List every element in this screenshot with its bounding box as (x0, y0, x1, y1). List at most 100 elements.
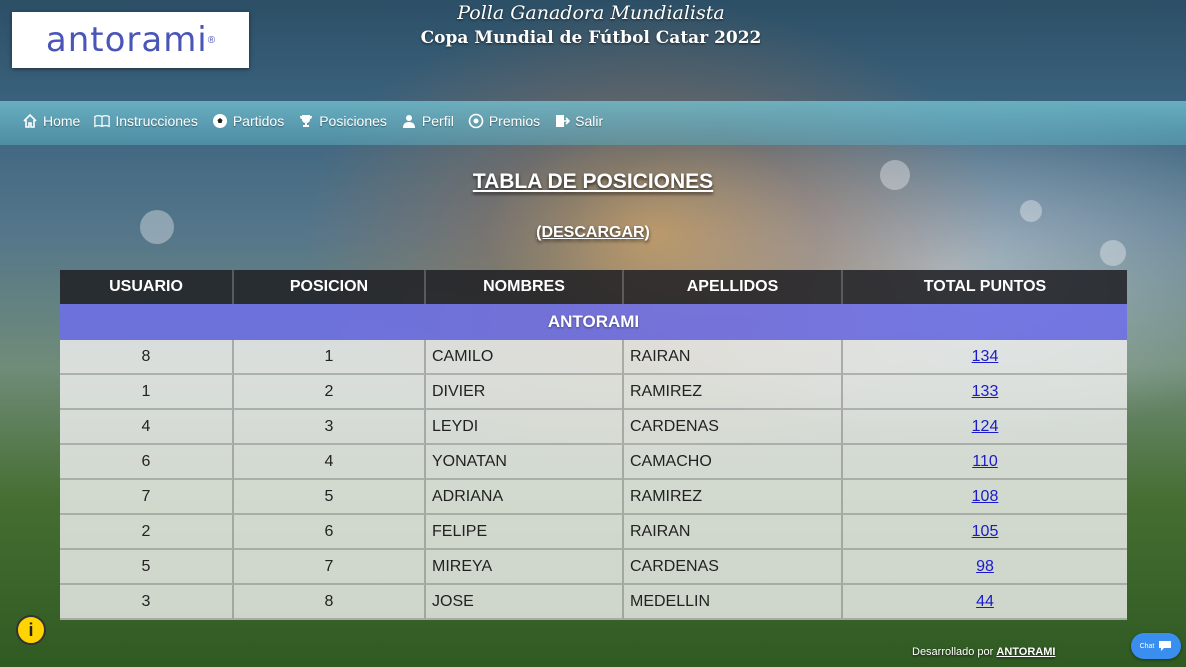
points-link[interactable]: 98 (976, 558, 994, 575)
cell-usuario: 7 (60, 480, 234, 515)
nav-item-home[interactable]: Home (22, 99, 80, 143)
table-row: 7 5 ADRIANA RAMIREZ 108 (60, 480, 1127, 515)
points-link[interactable]: 105 (972, 523, 999, 540)
nav-item-salir[interactable]: Salir (554, 99, 603, 143)
cell-puntos: 133 (843, 375, 1127, 410)
bokeh-light (1100, 240, 1126, 266)
group-row: ANTORAMI (60, 304, 1127, 340)
cell-nombre: CAMILO (426, 340, 624, 375)
info-button[interactable]: i (16, 615, 46, 645)
cell-nombre: JOSE (426, 585, 624, 620)
points-link[interactable]: 44 (976, 593, 994, 610)
site-title: Polla Ganadora Mundialista (457, 2, 725, 24)
cell-apellido: RAIRAN (624, 340, 843, 375)
chat-label: Chat (1139, 642, 1155, 650)
cell-nombre: YONATAN (426, 445, 624, 480)
nav-label-instrucciones: Instrucciones (115, 113, 198, 129)
book-icon (94, 113, 111, 129)
cell-usuario: 6 (60, 445, 234, 480)
nav-item-posiciones[interactable]: Posiciones (298, 99, 387, 143)
cell-puntos: 134 (843, 340, 1127, 375)
points-link[interactable]: 108 (972, 488, 999, 505)
table-row: 6 4 YONATAN CAMACHO 110 (60, 445, 1127, 480)
table-row: 2 6 FELIPE RAIRAN 105 (60, 515, 1127, 550)
cell-apellido: RAIRAN (624, 515, 843, 550)
cell-nombre: DIVIER (426, 375, 624, 410)
nav-label-premios: Premios (488, 113, 541, 129)
site-subtitle: Copa Mundial de Fútbol Catar 2022 (420, 28, 762, 48)
nav-label-partidos: Partidos (232, 113, 285, 129)
cell-nombre: LEYDI (426, 410, 624, 445)
nav-item-partidos[interactable]: Partidos (212, 99, 284, 143)
cell-usuario: 3 (60, 585, 234, 620)
cell-posicion: 4 (234, 445, 426, 480)
cell-puntos: 98 (843, 550, 1127, 585)
cell-puntos: 44 (843, 585, 1127, 620)
table-header-row: USUARIO POSICION NOMBRES APELLIDOS TOTAL… (60, 270, 1127, 304)
info-icon: i (28, 619, 34, 640)
points-link[interactable]: 124 (972, 418, 999, 435)
footer-brand-link[interactable]: ANTORAMI (996, 646, 1055, 658)
cell-apellido: CARDENAS (624, 550, 843, 585)
user-icon (401, 113, 417, 129)
cell-apellido: RAMIREZ (624, 480, 843, 515)
standings-table: USUARIO POSICION NOMBRES APELLIDOS TOTAL… (60, 270, 1127, 620)
cell-usuario: 2 (60, 515, 234, 550)
table-body: 8 1 CAMILO RAIRAN 134 1 2 DIVIER RAMIREZ… (60, 340, 1127, 620)
cell-puntos: 124 (843, 410, 1127, 445)
cell-nombre: ADRIANA (426, 480, 624, 515)
footer-credit: Desarrollado por ANTORAMI (912, 646, 1055, 658)
table-row: 3 8 JOSE MEDELLIN 44 (60, 585, 1127, 620)
trophy-icon (298, 113, 314, 129)
points-link[interactable]: 133 (972, 383, 999, 400)
cell-usuario: 5 (60, 550, 234, 585)
award-icon (468, 113, 484, 129)
column-header-total-puntos[interactable]: TOTAL PUNTOS (843, 270, 1127, 304)
points-link[interactable]: 110 (972, 453, 998, 470)
table-row: 4 3 LEYDI CARDENAS 124 (60, 410, 1127, 445)
nav-item-instrucciones[interactable]: Instrucciones (94, 99, 198, 143)
cell-usuario: 1 (60, 375, 234, 410)
cell-posicion: 1 (234, 340, 426, 375)
table-row: 1 2 DIVIER RAMIREZ 133 (60, 375, 1127, 410)
cell-apellido: RAMIREZ (624, 375, 843, 410)
chat-button[interactable]: Chat (1131, 633, 1181, 659)
nav-item-perfil[interactable]: Perfil (401, 99, 454, 143)
column-header-usuario[interactable]: USUARIO (60, 270, 234, 304)
cell-puntos: 108 (843, 480, 1127, 515)
table-row: 5 7 MIREYA CARDENAS 98 (60, 550, 1127, 585)
cell-posicion: 7 (234, 550, 426, 585)
download-wrapper: (DESCARGAR) (0, 224, 1186, 242)
home-icon (22, 113, 38, 129)
cell-nombre: MIREYA (426, 550, 624, 585)
header: Polla Ganadora Mundialista Copa Mundial … (0, 2, 1186, 48)
group-label: ANTORAMI (60, 304, 1127, 340)
cell-puntos: 105 (843, 515, 1127, 550)
column-header-posicion[interactable]: POSICION (234, 270, 426, 304)
nav-item-premios[interactable]: Premios (468, 99, 540, 143)
cell-apellido: CARDENAS (624, 410, 843, 445)
cell-nombre: FELIPE (426, 515, 624, 550)
cell-posicion: 3 (234, 410, 426, 445)
footer-prefix: Desarrollado por (912, 646, 994, 658)
page-title: TABLA DE POSICIONES (472, 170, 714, 193)
points-link[interactable]: 134 (972, 348, 999, 365)
nav-label-perfil: Perfil (421, 113, 454, 129)
nav-bar: Home Instrucciones Partidos Posiciones P… (0, 101, 1186, 145)
soccer-ball-icon (212, 113, 228, 129)
download-link[interactable]: (DESCARGAR) (536, 224, 650, 241)
cell-usuario: 4 (60, 410, 234, 445)
cell-puntos: 110 (843, 445, 1127, 480)
nav-label-salir: Salir (575, 113, 604, 129)
nav-label-posiciones: Posiciones (319, 113, 387, 129)
cell-posicion: 5 (234, 480, 426, 515)
cell-usuario: 8 (60, 340, 234, 375)
bokeh-light (1020, 200, 1042, 222)
column-header-apellidos[interactable]: APELLIDOS (624, 270, 843, 304)
cell-posicion: 6 (234, 515, 426, 550)
cell-posicion: 2 (234, 375, 426, 410)
cell-posicion: 8 (234, 585, 426, 620)
cell-apellido: CAMACHO (624, 445, 843, 480)
nav-label-home: Home (43, 113, 81, 129)
column-header-nombres[interactable]: NOMBRES (426, 270, 624, 304)
